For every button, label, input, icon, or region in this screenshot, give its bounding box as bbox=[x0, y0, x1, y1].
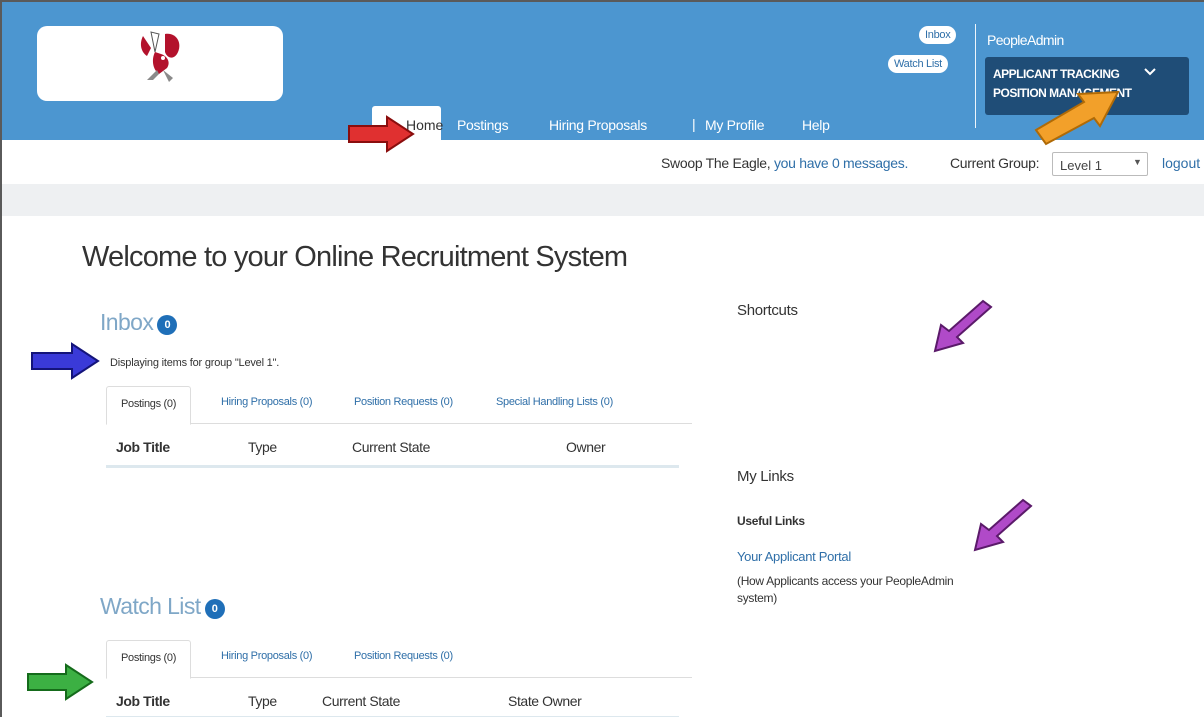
inbox-table-header: Job Title Type Current State Owner bbox=[106, 424, 679, 468]
column-header-current-state[interactable]: Current State bbox=[352, 439, 430, 455]
current-group-value: Level 1 bbox=[1060, 158, 1102, 173]
watch-list-table-header: Job Title Type Current State State Owner bbox=[106, 678, 679, 717]
inbox-count-badge: 0 bbox=[157, 315, 178, 335]
my-links-heading: My Links bbox=[737, 468, 794, 485]
useful-links-heading: Useful Links bbox=[737, 514, 805, 528]
current-group-select[interactable]: Level 1 ▼ bbox=[1052, 152, 1148, 176]
watch-tab-hiring-proposals[interactable]: Hiring Proposals (0) bbox=[221, 650, 313, 662]
column-header-current-state[interactable]: Current State bbox=[322, 693, 400, 709]
tab-postings[interactable]: Postings bbox=[457, 117, 509, 133]
greeting-text: Swoop The Eagle, bbox=[661, 155, 774, 171]
tab-my-profile[interactable]: My Profile bbox=[705, 117, 765, 133]
watch-tab-position-requests[interactable]: Position Requests (0) bbox=[354, 650, 453, 662]
page-frame: Inbox Watch List PeopleAdmin APPLICANT T… bbox=[0, 0, 1204, 717]
orange-arrow-icon bbox=[1034, 90, 1120, 146]
logo[interactable] bbox=[37, 26, 283, 101]
gray-spacer-bar bbox=[2, 184, 1204, 216]
watch-list-pill-button[interactable]: Watch List bbox=[888, 55, 948, 73]
menu-item-applicant-tracking[interactable]: APPLICANT TRACKING bbox=[993, 67, 1120, 81]
chevron-down-icon[interactable] bbox=[1143, 65, 1157, 79]
watch-list-tabs: Postings (0) Hiring Proposals (0) Positi… bbox=[106, 640, 692, 679]
shortcuts-heading: Shortcuts bbox=[737, 302, 798, 319]
column-header-job-title[interactable]: Job Title bbox=[116, 693, 170, 709]
messages-link[interactable]: you have 0 messages. bbox=[774, 155, 908, 171]
header: Inbox Watch List PeopleAdmin APPLICANT T… bbox=[2, 2, 1204, 140]
inbox-tab-hiring-proposals[interactable]: Hiring Proposals (0) bbox=[221, 396, 313, 408]
watch-tab-postings[interactable]: Postings (0) bbox=[106, 640, 192, 679]
green-arrow-icon bbox=[27, 663, 94, 701]
header-divider bbox=[975, 24, 976, 128]
user-bar: Swoop The Eagle, you have 0 messages. Cu… bbox=[2, 140, 1204, 184]
red-arrow-icon bbox=[348, 115, 415, 153]
page-title: Welcome to your Online Recruitment Syste… bbox=[82, 241, 628, 273]
tab-help[interactable]: Help bbox=[802, 117, 830, 133]
column-header-type[interactable]: Type bbox=[248, 439, 277, 455]
inbox-tab-special-handling[interactable]: Special Handling Lists (0) bbox=[496, 396, 613, 408]
watch-list-heading: Watch List 0 bbox=[100, 593, 225, 620]
select-arrow-icon: ▼ bbox=[1133, 157, 1142, 167]
current-group-label: Current Group: bbox=[950, 155, 1040, 171]
column-header-owner[interactable]: Owner bbox=[566, 439, 606, 455]
purple-arrow-icon bbox=[973, 498, 1033, 552]
watch-list-count-badge: 0 bbox=[204, 599, 225, 619]
inbox-tab-position-requests[interactable]: Position Requests (0) bbox=[354, 396, 453, 408]
tab-hiring-proposals[interactable]: Hiring Proposals bbox=[549, 117, 647, 133]
inbox-tab-postings[interactable]: Postings (0) bbox=[106, 386, 192, 425]
inbox-heading: Inbox 0 bbox=[100, 309, 178, 336]
inbox-pill-button[interactable]: Inbox bbox=[919, 26, 957, 44]
column-header-state-owner[interactable]: State Owner bbox=[508, 693, 582, 709]
blue-arrow-icon bbox=[31, 342, 100, 380]
brand-label: PeopleAdmin bbox=[987, 32, 1064, 48]
column-header-type[interactable]: Type bbox=[248, 693, 277, 709]
group-display-note: Displaying items for group "Level 1". bbox=[110, 357, 280, 369]
applicant-portal-description: (How Applicants access your PeopleAdmin … bbox=[737, 574, 954, 605]
logout-link[interactable]: logout bbox=[1162, 155, 1200, 171]
purple-arrow-icon bbox=[933, 299, 993, 353]
inbox-heading-text: Inbox bbox=[100, 309, 154, 335]
applicant-portal-link[interactable]: Your Applicant Portal bbox=[737, 549, 851, 564]
watch-list-heading-text: Watch List bbox=[100, 593, 201, 619]
eagle-logo-icon bbox=[140, 31, 180, 82]
nav-divider: | bbox=[692, 116, 696, 132]
inbox-tabs: Postings (0) Hiring Proposals (0) Positi… bbox=[106, 386, 692, 425]
column-header-job-title[interactable]: Job Title bbox=[116, 439, 170, 455]
greeting: Swoop The Eagle, you have 0 messages. bbox=[661, 155, 908, 171]
